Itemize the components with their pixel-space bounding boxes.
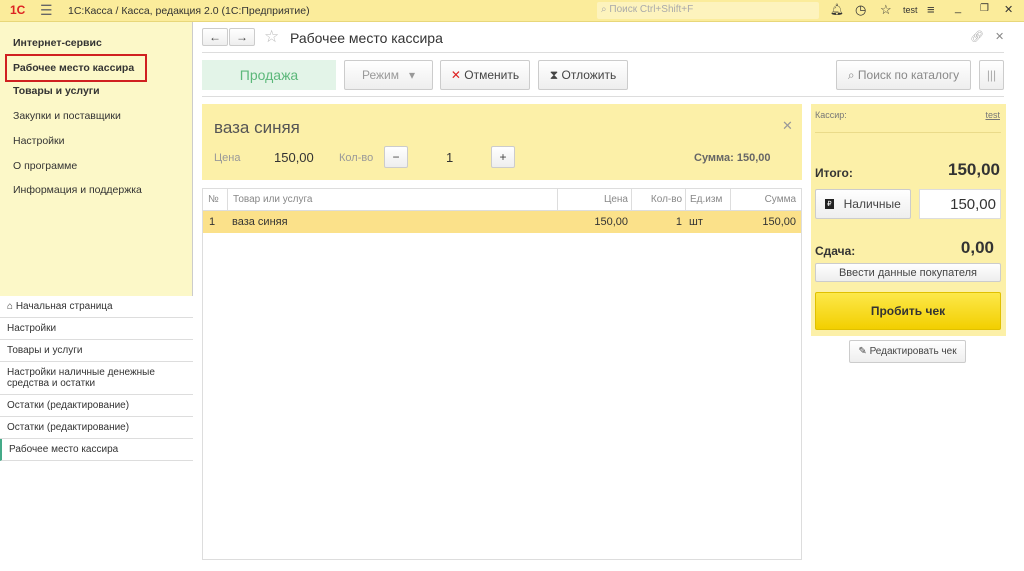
- divider: [202, 96, 1004, 97]
- col-sum[interactable]: Сумма: [730, 189, 800, 211]
- divider: [202, 52, 1004, 53]
- col-price[interactable]: Цена: [557, 189, 631, 211]
- bell-icon[interactable]: 🔔︎: [830, 3, 844, 16]
- postpone-button[interactable]: ⧗ Отложить: [538, 60, 628, 90]
- settings-menu-icon[interactable]: ≡: [927, 2, 935, 17]
- sidebar-item-goods[interactable]: Товары и услуги: [13, 85, 100, 97]
- change-value: 0,00: [960, 238, 994, 257]
- barcode-icon: |||: [986, 68, 997, 82]
- page-title: Рабочее место кассира: [290, 30, 443, 46]
- sidebar: Интернет-сервис Рабочее место кассира То…: [0, 22, 193, 571]
- restore-icon[interactable]: ❐: [980, 3, 989, 14]
- history-label: Начальная страница: [15, 301, 113, 312]
- catalog-search-input[interactable]: ⌕ Поиск по каталогу: [836, 60, 971, 90]
- favorite-star-icon[interactable]: ☆: [264, 27, 279, 47]
- qty-plus-button[interactable]: +: [491, 146, 515, 168]
- history-item-active[interactable]: Рабочее место кассира: [0, 439, 193, 461]
- col-number[interactable]: №: [203, 189, 227, 211]
- user-name[interactable]: test: [903, 5, 918, 15]
- title-bar: 1C ☰ 1С:Касса / Касса, редакция 2.0 (1С:…: [0, 0, 1024, 22]
- mode-dropdown[interactable]: Режим ▾: [344, 60, 433, 90]
- total-value: 150,00: [948, 160, 1000, 179]
- home-icon: ⌂: [7, 301, 16, 312]
- form-close-icon[interactable]: ✕: [995, 30, 1004, 43]
- catalog-search-placeholder: Поиск по каталогу: [857, 68, 960, 82]
- total-label: Итого:: [815, 166, 853, 180]
- current-item-card: ваза синяя ✕ Цена 150,00 Кол-во − 1 + Су…: [202, 104, 802, 180]
- divider: [815, 132, 1001, 133]
- menu-icon[interactable]: ☰: [40, 2, 53, 19]
- sale-mode-button[interactable]: Продажа: [202, 60, 336, 90]
- print-receipt-button[interactable]: Пробить чек: [815, 292, 1001, 330]
- edit-receipt-label: Редактировать чек: [869, 346, 957, 357]
- close-icon[interactable]: ✕: [1004, 3, 1013, 16]
- cell-unit: шт: [689, 216, 703, 228]
- cell-sum: 150,00: [762, 216, 796, 228]
- sidebar-item-cashier-workplace[interactable]: Рабочее место кассира: [13, 62, 134, 74]
- cancel-label: Отменить: [464, 68, 520, 82]
- sidebar-item-support[interactable]: Информация и поддержка: [13, 184, 142, 196]
- hourglass-icon: ⧗: [549, 67, 562, 82]
- back-button[interactable]: ←: [202, 28, 228, 46]
- price-label: Цена: [214, 152, 241, 164]
- col-product[interactable]: Товар или услуга: [227, 189, 557, 211]
- 1c-logo-icon: 1C: [10, 3, 26, 17]
- cash-icon: ₽: [825, 199, 834, 209]
- cash-amount-input[interactable]: 150,00: [919, 189, 1001, 219]
- history-item[interactable]: Настройки наличные денежные средства и о…: [0, 362, 193, 395]
- item-sum: Сумма: 150,00: [694, 152, 771, 164]
- price-value[interactable]: 150,00: [274, 150, 314, 165]
- search-placeholder: Поиск Ctrl+Shift+F: [609, 4, 694, 15]
- col-qty[interactable]: Кол-во: [631, 189, 685, 211]
- pencil-icon: ✎: [858, 346, 870, 357]
- barcode-button[interactable]: |||: [979, 60, 1004, 90]
- x-icon: ✕: [450, 68, 465, 82]
- receipt-table: № Товар или услуга Цена Кол-во Ед.изм Су…: [202, 188, 802, 560]
- mode-label: Режим: [361, 68, 399, 82]
- cashier-link[interactable]: test: [985, 110, 1000, 120]
- payment-panel: Кассир: test Итого: 150,00 ₽ Наличные 150…: [811, 104, 1006, 336]
- history-icon[interactable]: ◷: [855, 2, 866, 18]
- cell-qty: 1: [675, 216, 682, 228]
- change-label: Сдача:: [815, 244, 856, 258]
- col-unit[interactable]: Ед.изм: [685, 189, 730, 211]
- star-icon[interactable]: ☆: [880, 2, 892, 18]
- item-close-icon[interactable]: ✕: [782, 118, 793, 134]
- qty-label: Кол-во: [339, 152, 374, 164]
- history-panel: ⌂ Начальная страница Настройки Товары и …: [0, 296, 193, 571]
- sidebar-item-settings[interactable]: Настройки: [13, 135, 65, 147]
- minimize-icon[interactable]: _: [955, 2, 961, 14]
- cash-button[interactable]: ₽ Наличные: [815, 189, 911, 219]
- cashier-label: Кассир:: [815, 110, 847, 120]
- forward-button[interactable]: →: [229, 28, 255, 46]
- link-icon[interactable]: 🔗︎: [970, 30, 984, 43]
- cell-product: ваза синяя: [232, 216, 288, 228]
- search-icon: ⌕: [847, 67, 858, 82]
- app-title: 1С:Касса / Касса, редакция 2.0 (1С:Предп…: [68, 5, 310, 17]
- edit-receipt-button[interactable]: ✎ Редактировать чек: [849, 340, 966, 363]
- table-row[interactable]: 1 ваза синяя 150,00 1 шт 150,00: [203, 211, 801, 233]
- history-item[interactable]: Настройки: [0, 318, 193, 340]
- cell-number: 1: [209, 216, 216, 228]
- history-item[interactable]: Товары и услуги: [0, 340, 193, 362]
- cell-price: 150,00: [594, 216, 628, 228]
- history-item[interactable]: Остатки (редактирование): [0, 417, 193, 439]
- sidebar-item-about[interactable]: О программе: [13, 160, 77, 172]
- enter-buyer-button[interactable]: Ввести данные покупателя: [815, 263, 1001, 282]
- postpone-label: Отложить: [561, 68, 617, 82]
- sidebar-item-internet-service[interactable]: Интернет-сервис: [13, 37, 102, 49]
- qty-minus-button[interactable]: −: [384, 146, 408, 168]
- item-name: ваза синяя: [214, 118, 300, 137]
- sidebar-item-purchases[interactable]: Закупки и поставщики: [13, 110, 121, 122]
- history-item[interactable]: Остатки (редактирование): [0, 395, 193, 417]
- qty-value[interactable]: 1: [446, 150, 453, 165]
- global-search-input[interactable]: ⌕ Поиск Ctrl+Shift+F: [597, 2, 819, 19]
- history-item[interactable]: ⌂ Начальная страница: [0, 296, 193, 318]
- cancel-button[interactable]: ✕ Отменить: [440, 60, 530, 90]
- cash-label: Наличные: [843, 197, 901, 211]
